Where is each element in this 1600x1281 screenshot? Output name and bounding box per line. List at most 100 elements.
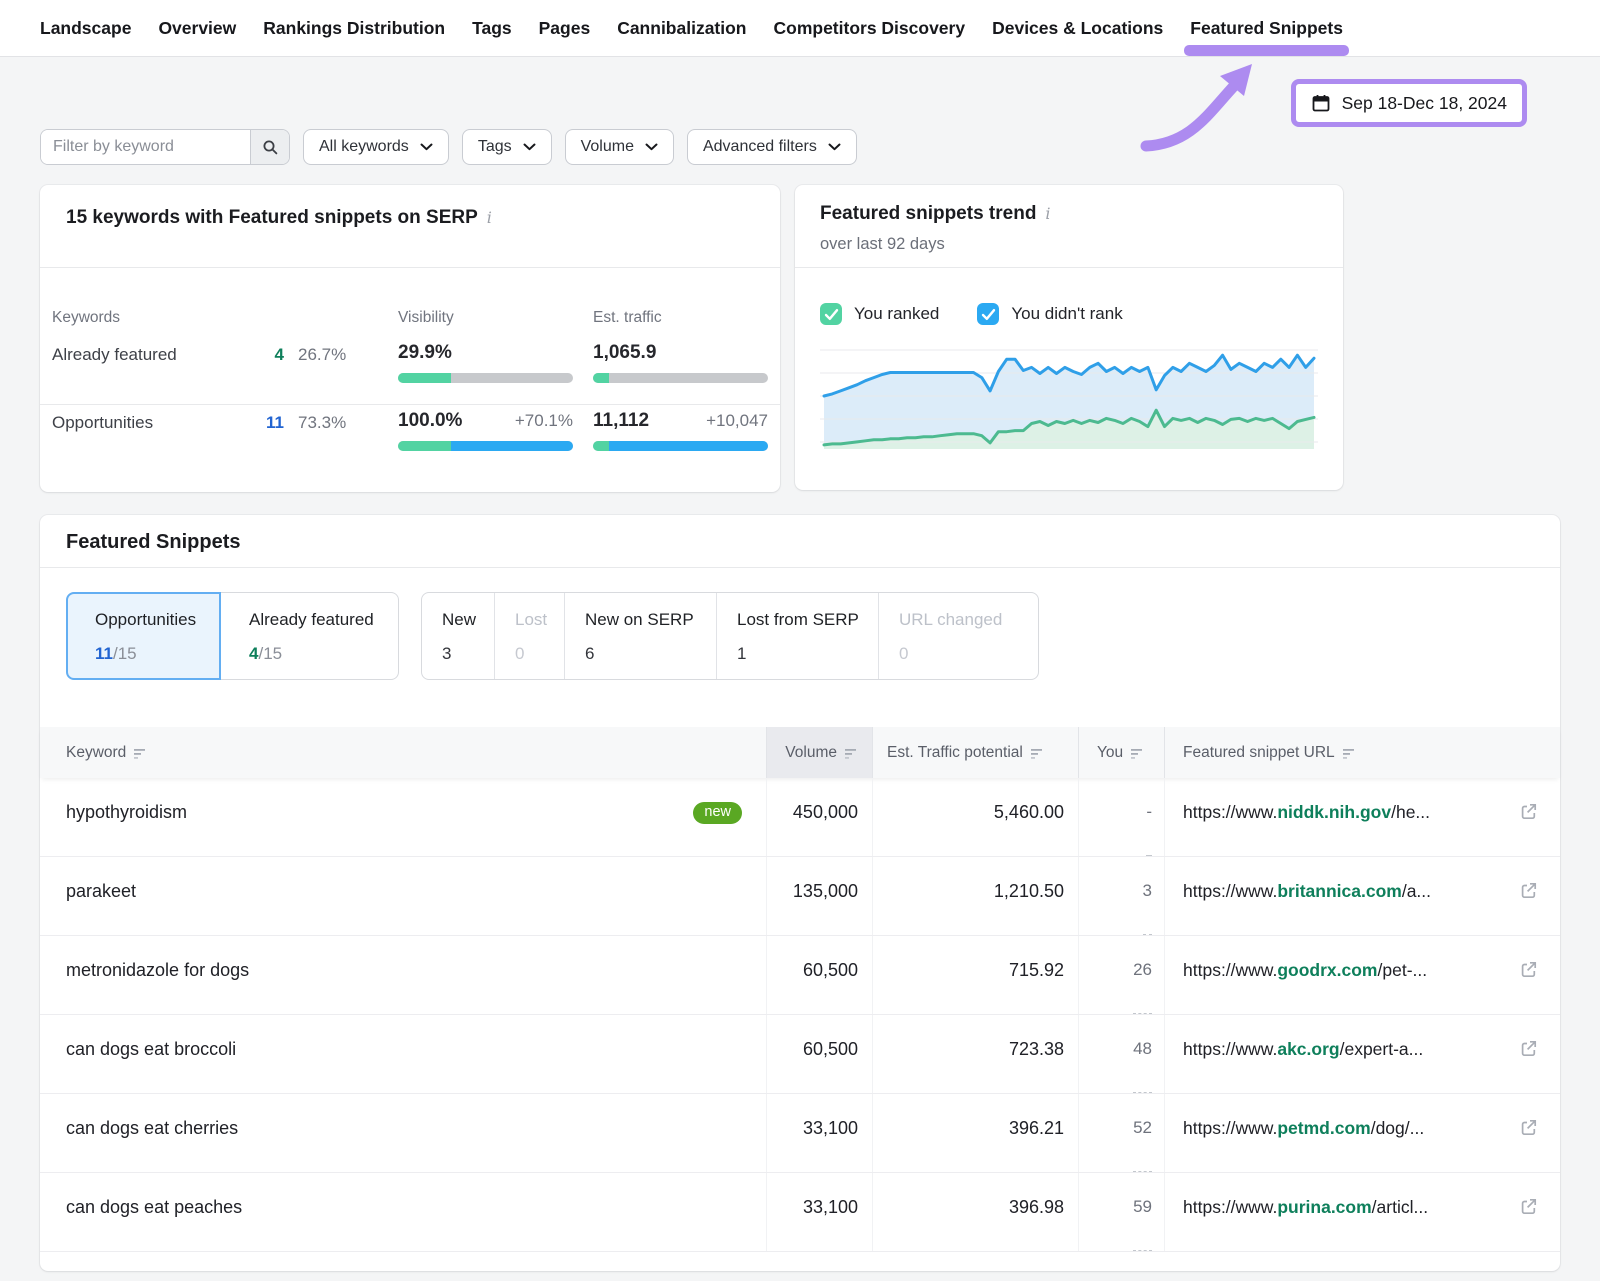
opportunities-traffic: 11,112 bbox=[593, 410, 649, 432]
tab-count: 0 bbox=[899, 644, 1038, 664]
tab-lost-from-serp[interactable]: Lost from SERP1 bbox=[716, 593, 878, 679]
traffic-potential-value: 5,460.00 bbox=[994, 802, 1064, 856]
column-header-you[interactable]: You bbox=[1078, 727, 1164, 778]
snippet-url-link[interactable]: https://www.britannica.com/a... bbox=[1183, 881, 1431, 901]
dropdown-all-keywords[interactable]: All keywords bbox=[303, 129, 449, 165]
volume-value: 33,100 bbox=[803, 1118, 858, 1172]
search-button[interactable] bbox=[250, 130, 289, 164]
keyword-cell: can dogs eat peaches bbox=[40, 1173, 766, 1251]
calendar-icon bbox=[1311, 93, 1331, 113]
you-position-link[interactable]: 26 bbox=[1133, 960, 1152, 1014]
snippet-url-link[interactable]: https://www.niddk.nih.gov/he... bbox=[1183, 802, 1430, 822]
traffic-delta: +10,047 bbox=[668, 411, 768, 431]
snippet-url-cell: https://www.britannica.com/a... bbox=[1164, 857, 1560, 935]
search-input[interactable] bbox=[41, 130, 250, 164]
sort-icon bbox=[1031, 747, 1044, 759]
visibility-bar bbox=[398, 373, 573, 383]
tab-opportunities[interactable]: Opportunities 11/15 bbox=[66, 592, 221, 680]
dropdown-tags[interactable]: Tags bbox=[462, 129, 552, 165]
external-link-icon[interactable] bbox=[1519, 802, 1538, 826]
snippets-table-body: hypothyroidismnew450,0005,460.00-https:/… bbox=[40, 778, 1560, 1252]
tab-new-on-serp[interactable]: New on SERP6 bbox=[564, 593, 716, 679]
table-row: can dogs eat cherries 33,100 396.21 52 https… bbox=[40, 1094, 1560, 1173]
visibility-delta: +70.1% bbox=[473, 411, 573, 431]
you-position-link[interactable]: 48 bbox=[1133, 1039, 1152, 1093]
snippet-url-cell: https://www.purina.com/articl... bbox=[1164, 1173, 1560, 1251]
nav-tab-competitors-discovery[interactable]: Competitors Discovery bbox=[774, 18, 966, 39]
keyword-text: hypothyroidism bbox=[66, 802, 187, 822]
you-position-link[interactable]: - bbox=[1146, 802, 1152, 856]
tab-new[interactable]: New3 bbox=[422, 593, 494, 679]
keyword-cell: metronidazole for dogs bbox=[40, 936, 766, 1014]
row-label-already-featured: Already featured bbox=[52, 345, 177, 365]
column-header-keyword[interactable]: Keyword bbox=[40, 727, 766, 778]
column-header-snippet-url[interactable]: Featured snippet URL bbox=[1164, 727, 1560, 778]
snippet-url-link[interactable]: https://www.akc.org/expert-a... bbox=[1183, 1039, 1423, 1059]
traffic-potential-cell: 1,210.50 bbox=[872, 857, 1078, 935]
external-link-icon[interactable] bbox=[1519, 1118, 1538, 1142]
external-link-icon[interactable] bbox=[1519, 881, 1538, 905]
sort-icon bbox=[1131, 747, 1144, 759]
nav-tab-cannibalization[interactable]: Cannibalization bbox=[617, 18, 746, 39]
snippet-url-cell: https://www.goodrx.com/pet-... bbox=[1164, 936, 1560, 1014]
keyword-cell: can dogs eat cherries bbox=[40, 1094, 766, 1172]
nav-tab-landscape[interactable]: Landscape bbox=[40, 18, 131, 39]
dropdown-advanced-filters[interactable]: Advanced filters bbox=[687, 129, 857, 165]
tab-lost: Lost0 bbox=[494, 593, 564, 679]
col-header-est-traffic: Est. traffic bbox=[593, 309, 662, 327]
column-header-traffic-potential[interactable]: Est. Traffic potential bbox=[872, 727, 1078, 778]
traffic-potential-cell: 723.38 bbox=[872, 1015, 1078, 1093]
volume-cell: 33,100 bbox=[766, 1094, 872, 1172]
volume-cell: 135,000 bbox=[766, 857, 872, 935]
legend-checkbox[interactable] bbox=[977, 303, 999, 325]
nav-tab-pages[interactable]: Pages bbox=[539, 18, 591, 39]
tab-already-featured[interactable]: Already featured 4/15 bbox=[221, 592, 399, 680]
snippet-url-cell: https://www.niddk.nih.gov/he... bbox=[1164, 778, 1560, 856]
table-row: metronidazole for dogs60,500715.9226http… bbox=[40, 936, 1560, 1015]
opportunities-share: 73.3% bbox=[298, 413, 346, 433]
snippet-url-link[interactable]: https://www.goodrx.com/pet-... bbox=[1183, 960, 1427, 980]
visibility-bar bbox=[398, 441, 573, 451]
tab-count: 6 bbox=[585, 644, 716, 664]
divider bbox=[40, 404, 780, 405]
you-position-link[interactable]: 3 bbox=[1143, 881, 1152, 935]
traffic-potential-value: 396.21 bbox=[1009, 1118, 1064, 1172]
snippet-url-link[interactable]: https://www.purina.com/articl... bbox=[1183, 1197, 1428, 1217]
you-position-cell: - bbox=[1078, 778, 1164, 856]
volume-value: 33,100 bbox=[803, 1197, 858, 1251]
col-header-keywords: Keywords bbox=[52, 309, 120, 327]
snippet-url-link[interactable]: https://www.petmd.com/dog/... bbox=[1183, 1118, 1424, 1138]
keyword-text: parakeet bbox=[66, 881, 136, 901]
keyword-cell: can dogs eat broccoli bbox=[40, 1015, 766, 1093]
you-position-link[interactable]: 59 bbox=[1133, 1197, 1152, 1251]
date-range-picker[interactable]: Sep 18-Dec 18, 2024 bbox=[1291, 79, 1527, 127]
already-featured-share: 26.7% bbox=[298, 345, 346, 365]
info-icon[interactable]: i bbox=[1045, 204, 1050, 223]
you-position-cell: 26 bbox=[1078, 936, 1164, 1014]
trend-subtitle: over last 92 days bbox=[820, 235, 945, 254]
active-tab-highlight bbox=[1184, 45, 1349, 56]
legend-checkbox[interactable] bbox=[820, 303, 842, 325]
external-link-icon[interactable] bbox=[1519, 960, 1538, 984]
primary-tabs: Opportunities 11/15 Already featured 4/1… bbox=[66, 592, 399, 680]
trend-card: Featured snippets trend i over last 92 d… bbox=[795, 185, 1343, 490]
opportunities-count: 11 bbox=[262, 413, 284, 433]
keyword-filter bbox=[40, 129, 290, 165]
sort-icon bbox=[134, 747, 147, 759]
legend-you-didn-t-rank: You didn't rank bbox=[977, 303, 1122, 325]
already-featured-traffic: 1,065.9 bbox=[593, 342, 656, 364]
table-header: Keyword Volume Est. Traffic potential Yo… bbox=[40, 727, 1560, 778]
nav-tab-devices-locations[interactable]: Devices & Locations bbox=[992, 18, 1163, 39]
you-position-link[interactable]: 52 bbox=[1133, 1118, 1152, 1172]
nav-tab-overview[interactable]: Overview bbox=[158, 18, 236, 39]
external-link-icon[interactable] bbox=[1519, 1039, 1538, 1063]
nav-tab-tags[interactable]: Tags bbox=[472, 18, 512, 39]
col-header-visibility: Visibility bbox=[398, 309, 454, 327]
nav-tab-featured-snippets[interactable]: Featured Snippets bbox=[1190, 18, 1343, 39]
external-link-icon[interactable] bbox=[1519, 1197, 1538, 1221]
nav-tab-rankings-distribution[interactable]: Rankings Distribution bbox=[263, 18, 445, 39]
sort-icon bbox=[1343, 747, 1356, 759]
dropdown-volume[interactable]: Volume bbox=[565, 129, 674, 165]
column-header-volume[interactable]: Volume bbox=[766, 727, 872, 778]
info-icon[interactable]: i bbox=[487, 208, 492, 227]
